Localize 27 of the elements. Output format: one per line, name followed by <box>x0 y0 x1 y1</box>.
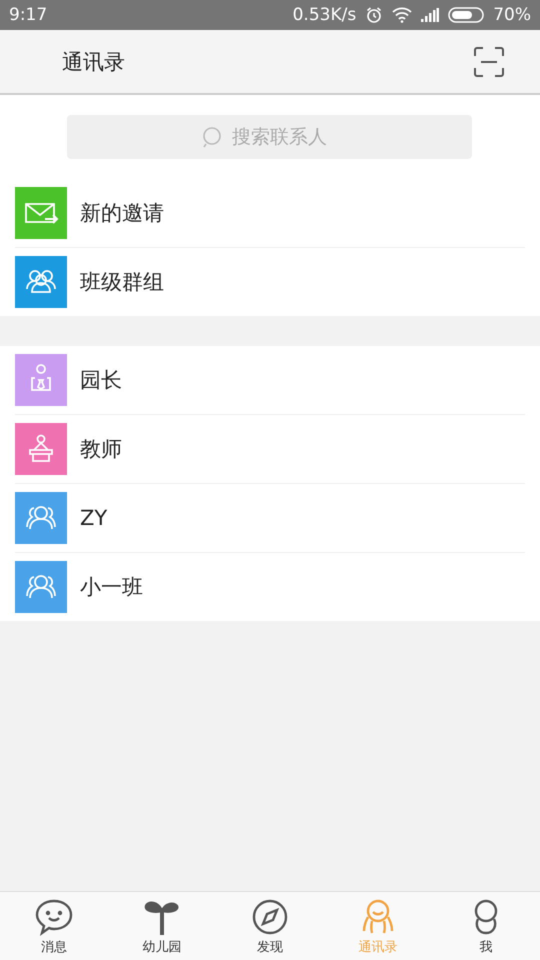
nav-tab[interactable]: 我 <box>432 892 540 960</box>
network-speed: 0.53K/s <box>292 5 356 25</box>
search-field[interactable]: 搜索联系人 <box>67 115 472 159</box>
search-icon <box>201 126 223 148</box>
contact-item[interactable]: 小一班 <box>15 553 525 621</box>
contact-name: 新的邀请 <box>80 200 164 227</box>
nav-tab[interactable]: 发现 <box>216 892 324 960</box>
contact-item[interactable]: 园长 <box>15 346 525 415</box>
battery-level: 70% <box>493 5 531 25</box>
contact-name: 班级群组 <box>80 269 164 296</box>
scan-icon[interactable] <box>474 46 504 76</box>
wifi-icon <box>392 7 412 23</box>
contact-name: 园长 <box>80 367 122 394</box>
battery-icon <box>448 7 484 23</box>
contact-name: 小一班 <box>80 574 143 601</box>
nav-tab[interactable]: 幼儿园 <box>108 892 216 960</box>
contact-item[interactable]: 新的邀请 <box>15 179 525 248</box>
nav-tab[interactable]: 消息 <box>0 892 108 960</box>
signal-icon <box>421 8 440 22</box>
status-time: 9:17 <box>9 5 48 25</box>
contact-name: 教师 <box>80 436 122 463</box>
contact-item[interactable]: ZY <box>15 484 525 553</box>
contact-item[interactable]: 班级群组 <box>15 248 525 316</box>
contact-name: ZY <box>80 506 108 530</box>
page-title: 通讯录 <box>62 48 125 76</box>
contact-item[interactable]: 教师 <box>15 415 525 484</box>
alarm-icon <box>365 6 384 24</box>
